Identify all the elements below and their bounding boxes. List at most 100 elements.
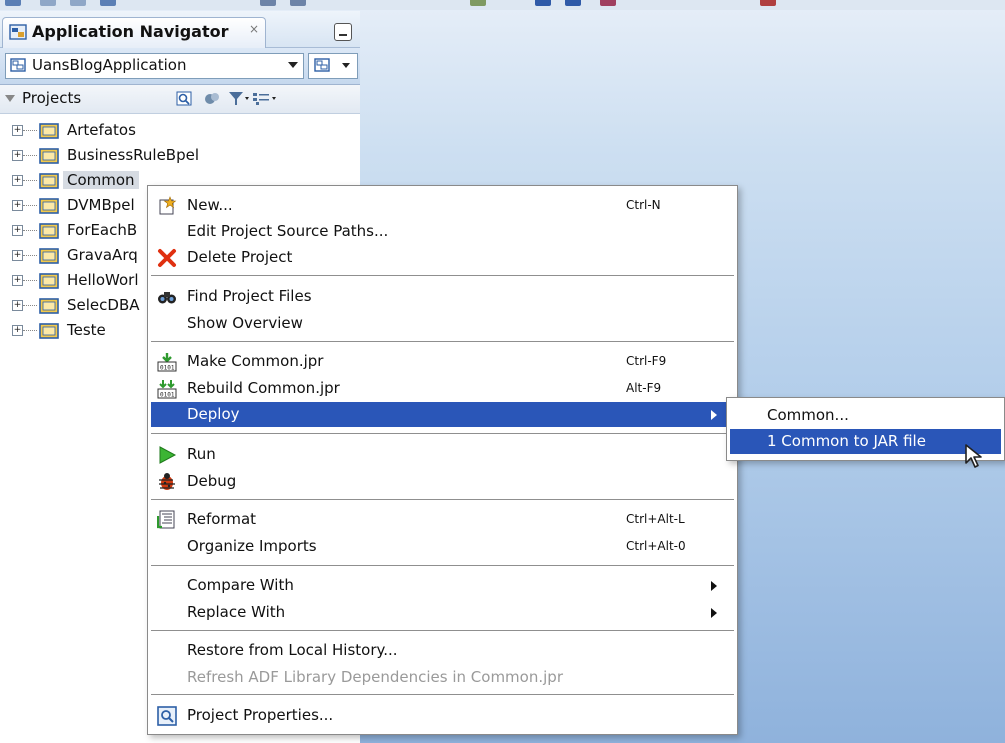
menu-item-label: Run [187, 445, 216, 463]
menu-item-label: Delete Project [187, 248, 293, 266]
tree-item-businessrulebpel[interactable]: + BusinessRuleBpel [0, 144, 360, 169]
svg-text:0101: 0101 [160, 365, 175, 372]
menu-item-refresh-adf-library: Refresh ADF Library Dependencies in Comm… [151, 665, 734, 690]
menu-item-label: Find Project Files [187, 287, 312, 305]
toolbar-icon[interactable] [290, 0, 306, 6]
chevron-down-icon[interactable] [288, 62, 298, 68]
expand-icon[interactable]: + [12, 200, 23, 211]
menu-item-edit-source-paths[interactable]: Edit Project Source Paths... [151, 219, 734, 244]
menu-separator [151, 499, 734, 500]
menu-item-restore-local-history[interactable]: Restore from Local History... [151, 638, 734, 663]
toolbar-icon[interactable] [100, 0, 116, 6]
tab-application-navigator[interactable]: Application Navigator × [2, 17, 266, 48]
menu-item-reformat[interactable]: Reformat Ctrl+Alt-L [151, 507, 734, 532]
sort-options-icon[interactable] [252, 91, 278, 106]
mouse-pointer-icon [965, 444, 982, 468]
tree-connector [23, 330, 37, 331]
tree-item-label: DVMBpel [67, 196, 135, 214]
folder-icon [39, 173, 59, 189]
shortcut-label: Ctrl-N [626, 198, 661, 212]
folder-icon [39, 273, 59, 289]
menu-item-label: Show Overview [187, 314, 303, 332]
expand-icon[interactable]: + [12, 275, 23, 286]
toolbar-icon[interactable] [565, 0, 581, 6]
menu-separator [151, 694, 734, 695]
application-selector-row: UansBlogApplication [0, 48, 360, 85]
menu-item-new[interactable]: New... Ctrl-N [151, 193, 734, 218]
menu-item-run[interactable]: Run [151, 442, 734, 467]
menu-item-label: Refresh ADF Library Dependencies in Comm… [187, 668, 563, 686]
tree-item-artefatos[interactable]: + Artefatos [0, 119, 360, 144]
menu-item-label: Deploy [187, 405, 240, 423]
expand-icon[interactable]: + [12, 225, 23, 236]
toolbar-icon[interactable] [600, 0, 616, 6]
svg-text:0101: 0101 [160, 392, 175, 399]
collapse-triangle-icon[interactable] [5, 95, 15, 102]
menu-item-label: Rebuild Common.jpr [187, 379, 340, 397]
tree-connector [23, 230, 37, 231]
expand-icon[interactable]: + [12, 325, 23, 336]
menu-item-label: Restore from Local History... [187, 641, 398, 659]
menu-item-rebuild[interactable]: 0101 Rebuild Common.jpr Alt-F9 [151, 376, 734, 401]
filter-icon[interactable] [228, 91, 250, 106]
expand-icon[interactable]: + [12, 250, 23, 261]
application-icon [10, 58, 26, 72]
application-menu-button[interactable] [308, 53, 358, 79]
menu-item-label: Replace With [187, 603, 286, 621]
menu-item-make[interactable]: 0101 Make Common.jpr Ctrl-F9 [151, 349, 734, 374]
top-toolbar [0, 0, 1005, 10]
toolbar-icon[interactable] [260, 0, 276, 6]
projects-section-header: Projects [0, 85, 360, 114]
toolbar-icon[interactable] [535, 0, 551, 6]
application-navigator-icon [9, 24, 27, 40]
menu-item-compare-with[interactable]: Compare With [151, 573, 734, 598]
menu-item-find-project-files[interactable]: Find Project Files [151, 284, 734, 309]
toolbar-icon[interactable] [470, 0, 486, 6]
menu-item-show-overview[interactable]: Show Overview [151, 311, 734, 336]
binoculars-icon [158, 292, 176, 304]
toolbar-icon[interactable] [70, 0, 86, 6]
run-play-icon [159, 446, 177, 464]
menu-item-deploy[interactable]: Deploy [151, 402, 734, 427]
submenu-item-common-to-jar[interactable]: 1 Common to JAR file [730, 429, 1001, 454]
menu-item-organize-imports[interactable]: Organize Imports Ctrl+Alt-0 [151, 534, 734, 559]
tree-item-label: GravaArq [67, 246, 138, 264]
tree-item-label: Teste [67, 321, 106, 339]
new-star-icon [159, 196, 177, 215]
close-icon[interactable]: × [249, 22, 259, 36]
search-icon[interactable] [176, 91, 192, 106]
expand-icon[interactable]: + [12, 175, 23, 186]
toolbar-icon[interactable] [40, 0, 56, 6]
folder-icon [39, 248, 59, 264]
folder-icon [39, 198, 59, 214]
submenu-item-common[interactable]: Common... [730, 403, 1001, 428]
folder-icon [39, 123, 59, 139]
working-sets-icon[interactable] [204, 91, 220, 106]
menu-item-replace-with[interactable]: Replace With [151, 600, 734, 625]
tree-connector [23, 305, 37, 306]
shortcut-label: Ctrl+Alt-0 [626, 539, 686, 553]
minimize-button[interactable] [334, 23, 352, 41]
menu-item-label: Make Common.jpr [187, 352, 324, 370]
expand-icon[interactable]: + [12, 125, 23, 136]
menu-item-project-properties[interactable]: Project Properties... [151, 703, 734, 728]
folder-icon [39, 298, 59, 314]
menu-separator [151, 341, 734, 342]
toolbar-icon[interactable] [5, 0, 21, 6]
application-select[interactable]: UansBlogApplication [5, 53, 304, 79]
toolbar-icon[interactable] [760, 0, 776, 6]
tree-connector [23, 280, 37, 281]
menu-item-label: 1 Common to JAR file [767, 432, 926, 450]
menu-separator [151, 630, 734, 631]
tree-connector [23, 180, 37, 181]
navigator-tab-bar: Application Navigator × [0, 11, 360, 48]
projects-label: Projects [22, 89, 82, 107]
tab-title: Application Navigator [32, 22, 229, 41]
tree-connector [23, 130, 37, 131]
application-menu-icon [314, 58, 330, 72]
menu-item-delete-project[interactable]: Delete Project [151, 245, 734, 270]
menu-item-debug[interactable]: Debug [151, 469, 734, 494]
expand-icon[interactable]: + [12, 150, 23, 161]
expand-icon[interactable]: + [12, 300, 23, 311]
application-name: UansBlogApplication [32, 56, 187, 74]
